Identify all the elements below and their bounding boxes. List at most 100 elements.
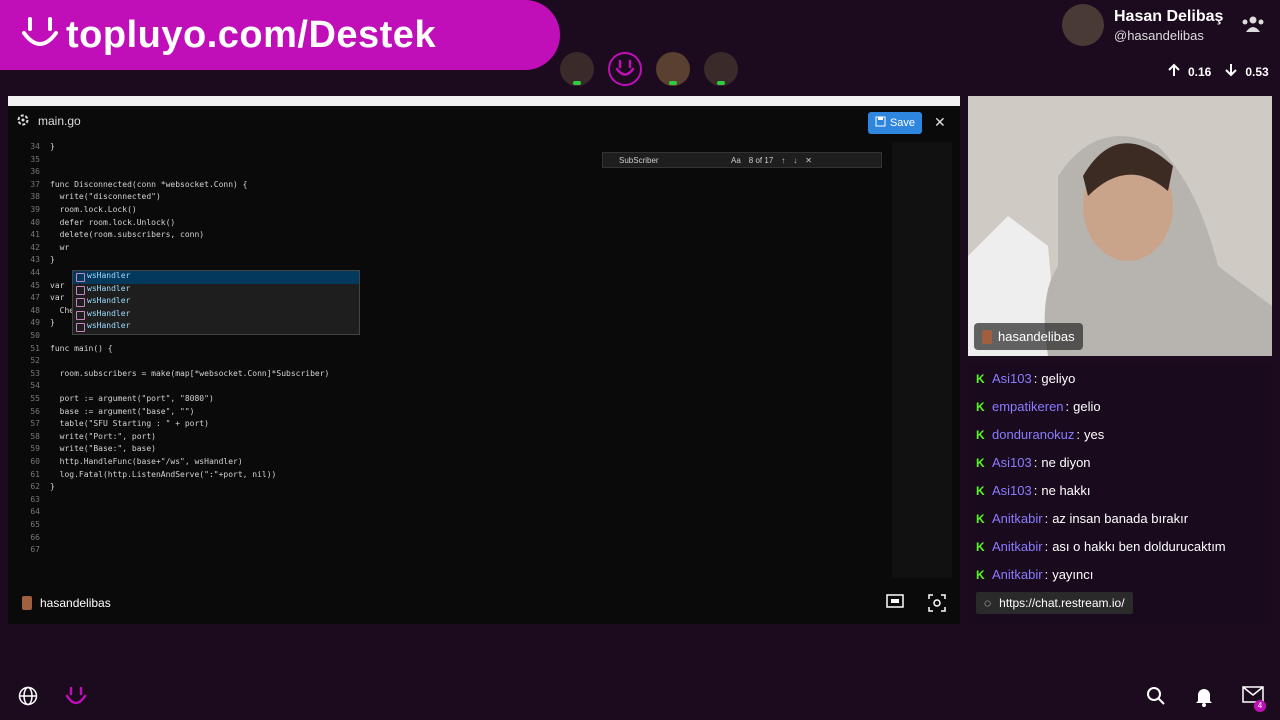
find-input[interactable]: SubScriber bbox=[619, 156, 723, 165]
code-line[interactable]: var bbox=[50, 281, 64, 290]
match-case-icon[interactable]: Aa bbox=[731, 156, 741, 165]
code-editor-window: main.go Save ✕ 34} 35 36 37 func Disconnecte… bbox=[8, 96, 960, 624]
search-icon[interactable] bbox=[1146, 686, 1166, 711]
chat-separator: : bbox=[1033, 370, 1038, 386]
code-line[interactable]: } bbox=[50, 142, 55, 151]
brand-banner: topluyo.com/Destek bbox=[0, 0, 560, 70]
user-name: Hasan Delibaş bbox=[1114, 7, 1224, 25]
line-number: 64 bbox=[30, 507, 40, 517]
webcam-avatar bbox=[982, 329, 992, 344]
code-line[interactable]: } bbox=[50, 318, 55, 327]
code-line[interactable]: table("SFU Starting : " + port) bbox=[50, 419, 209, 428]
tooltip-url: https://chat.restream.io/ bbox=[999, 596, 1125, 610]
code-line[interactable]: port := argument("port", "8080") bbox=[50, 394, 214, 403]
line-number: 41 bbox=[30, 230, 40, 240]
autocomplete-list[interactable]: wsHandler wsHandler wsHandler wsHandler wsHa… bbox=[72, 270, 360, 335]
next-match-icon[interactable]: ↓ bbox=[793, 156, 797, 165]
line-number: 48 bbox=[30, 305, 40, 315]
line-number: 60 bbox=[30, 457, 40, 466]
fullscreen-focus-icon[interactable] bbox=[928, 594, 946, 615]
bottom-bar: 4 bbox=[0, 676, 1280, 720]
line-number: 36 bbox=[30, 167, 40, 177]
download-arrow-icon bbox=[1223, 62, 1239, 81]
find-count: 8 of 17 bbox=[748, 155, 774, 165]
download-value: 0.53 bbox=[1245, 64, 1269, 79]
line-number: 37 bbox=[30, 179, 40, 189]
line-number: 34 bbox=[30, 142, 40, 151]
globe-icon[interactable] bbox=[18, 686, 38, 711]
participant-avatar[interactable] bbox=[560, 52, 594, 86]
file-name: main.go bbox=[38, 114, 81, 128]
line-number: 63 bbox=[30, 494, 40, 504]
code-line[interactable]: room.subscribers = make(map[*websocket.C… bbox=[50, 369, 330, 378]
chat-username[interactable]: Anitkabir bbox=[992, 539, 1043, 554]
line-number: 39 bbox=[30, 205, 40, 214]
code-line[interactable]: write("Port:", port) bbox=[50, 432, 156, 441]
chat-username[interactable]: Anitkabir bbox=[992, 567, 1043, 582]
code-line[interactable]: func Disconnected(conn *websocket.Conn) … bbox=[50, 180, 247, 189]
code-line[interactable]: write("Base:", base) bbox=[50, 444, 156, 453]
chat-username[interactable]: Asi103 bbox=[992, 371, 1032, 386]
user-card[interactable]: Hasan Delibaş @hasandelibas bbox=[1062, 4, 1223, 46]
footer-avatar bbox=[22, 596, 32, 610]
chat-username[interactable]: donduranokuz bbox=[992, 427, 1074, 442]
chat-message: Kempatikeren: gelio bbox=[968, 392, 1272, 420]
picture-in-picture-icon[interactable] bbox=[886, 594, 904, 615]
find-close-icon[interactable]: ✕ bbox=[805, 156, 812, 165]
save-label: Save bbox=[889, 117, 916, 129]
code-line[interactable]: http.HandleFunc(base+"/ws", wsHandler) bbox=[50, 457, 243, 466]
line-number: 54 bbox=[30, 381, 40, 391]
chat-message: K Asi103: ne hakkı bbox=[968, 476, 1272, 504]
line-number: 42 bbox=[30, 242, 40, 252]
chat-username[interactable]: Asi103 bbox=[992, 455, 1032, 470]
minimap[interactable] bbox=[892, 142, 952, 578]
line-number: 50 bbox=[30, 331, 40, 340]
people-icon[interactable] bbox=[1240, 14, 1266, 36]
kick-icon: K bbox=[976, 456, 985, 470]
code-line[interactable]: base := argument("base", "") bbox=[50, 407, 195, 416]
close-icon[interactable]: ✕ bbox=[934, 114, 946, 131]
participant-avatar[interactable] bbox=[704, 52, 738, 86]
kick-icon: K bbox=[976, 428, 985, 442]
chat-panel[interactable]: K Asi103: geliyo Kempatikeren: gelio Kdondura… bbox=[968, 364, 1272, 624]
code-line[interactable]: var bbox=[50, 293, 64, 302]
topluyo-avatar-icon[interactable] bbox=[608, 52, 642, 86]
line-number: 57 bbox=[30, 419, 40, 429]
participant-avatar[interactable] bbox=[656, 52, 690, 86]
autocomplete-item[interactable]: wsHandler bbox=[73, 321, 359, 334]
banner-text: topluyo.com/Destek bbox=[66, 13, 437, 56]
chat-username[interactable]: empatikeren bbox=[992, 399, 1064, 414]
code-line[interactable]: func main() { bbox=[50, 344, 113, 353]
chat-separator: : bbox=[1044, 566, 1049, 582]
code-line[interactable]: room.lock.Lock() bbox=[50, 205, 137, 214]
autocomplete-item[interactable]: wsHandler bbox=[73, 271, 359, 284]
topluyo-home-icon[interactable] bbox=[64, 686, 88, 713]
line-number: 49 bbox=[30, 318, 40, 328]
chat-text: ne hakkı bbox=[1041, 482, 1091, 498]
previous-match-icon[interactable]: ↑ bbox=[781, 156, 785, 165]
upload-value: 0.16 bbox=[1188, 64, 1212, 79]
code-line[interactable]: } bbox=[50, 255, 55, 264]
autocomplete-item[interactable]: wsHandler bbox=[73, 284, 359, 297]
code-line[interactable]: log.Fatal(http.ListenAndServe(":"+port, … bbox=[50, 470, 277, 479]
code-line[interactable]: wr bbox=[50, 243, 70, 252]
code-area[interactable]: 34} 35 36 37 func Disconnected(conn *websock… bbox=[8, 142, 892, 578]
code-line[interactable]: defer room.lock.Unlock() bbox=[50, 218, 176, 227]
line-number: 59 bbox=[30, 444, 40, 454]
chat-username[interactable]: Asi103 bbox=[992, 483, 1032, 498]
find-widget[interactable]: SubScriber Aa 8 of 17 ↑ ↓ ✕ bbox=[602, 152, 882, 168]
autocomplete-item[interactable]: wsHandler bbox=[73, 309, 359, 322]
autocomplete-item[interactable]: wsHandler bbox=[73, 296, 359, 309]
code-line[interactable]: } bbox=[50, 482, 55, 491]
spinner-icon: ◌ bbox=[984, 596, 992, 610]
gear-icon[interactable] bbox=[16, 113, 30, 130]
bell-icon[interactable] bbox=[1194, 686, 1214, 713]
save-button[interactable]: Save bbox=[868, 112, 922, 134]
code-line[interactable]: write("disconnected") bbox=[50, 192, 161, 201]
webcam-username: hasandelibas bbox=[998, 329, 1075, 344]
chat-message: K Asi103: geliyo bbox=[968, 364, 1272, 392]
chat-username[interactable]: Anitkabir bbox=[992, 511, 1043, 526]
chat-separator: : bbox=[1044, 510, 1049, 526]
code-line[interactable]: delete(room.subscribers, conn) bbox=[50, 230, 205, 239]
chat-separator: : bbox=[1044, 538, 1049, 554]
